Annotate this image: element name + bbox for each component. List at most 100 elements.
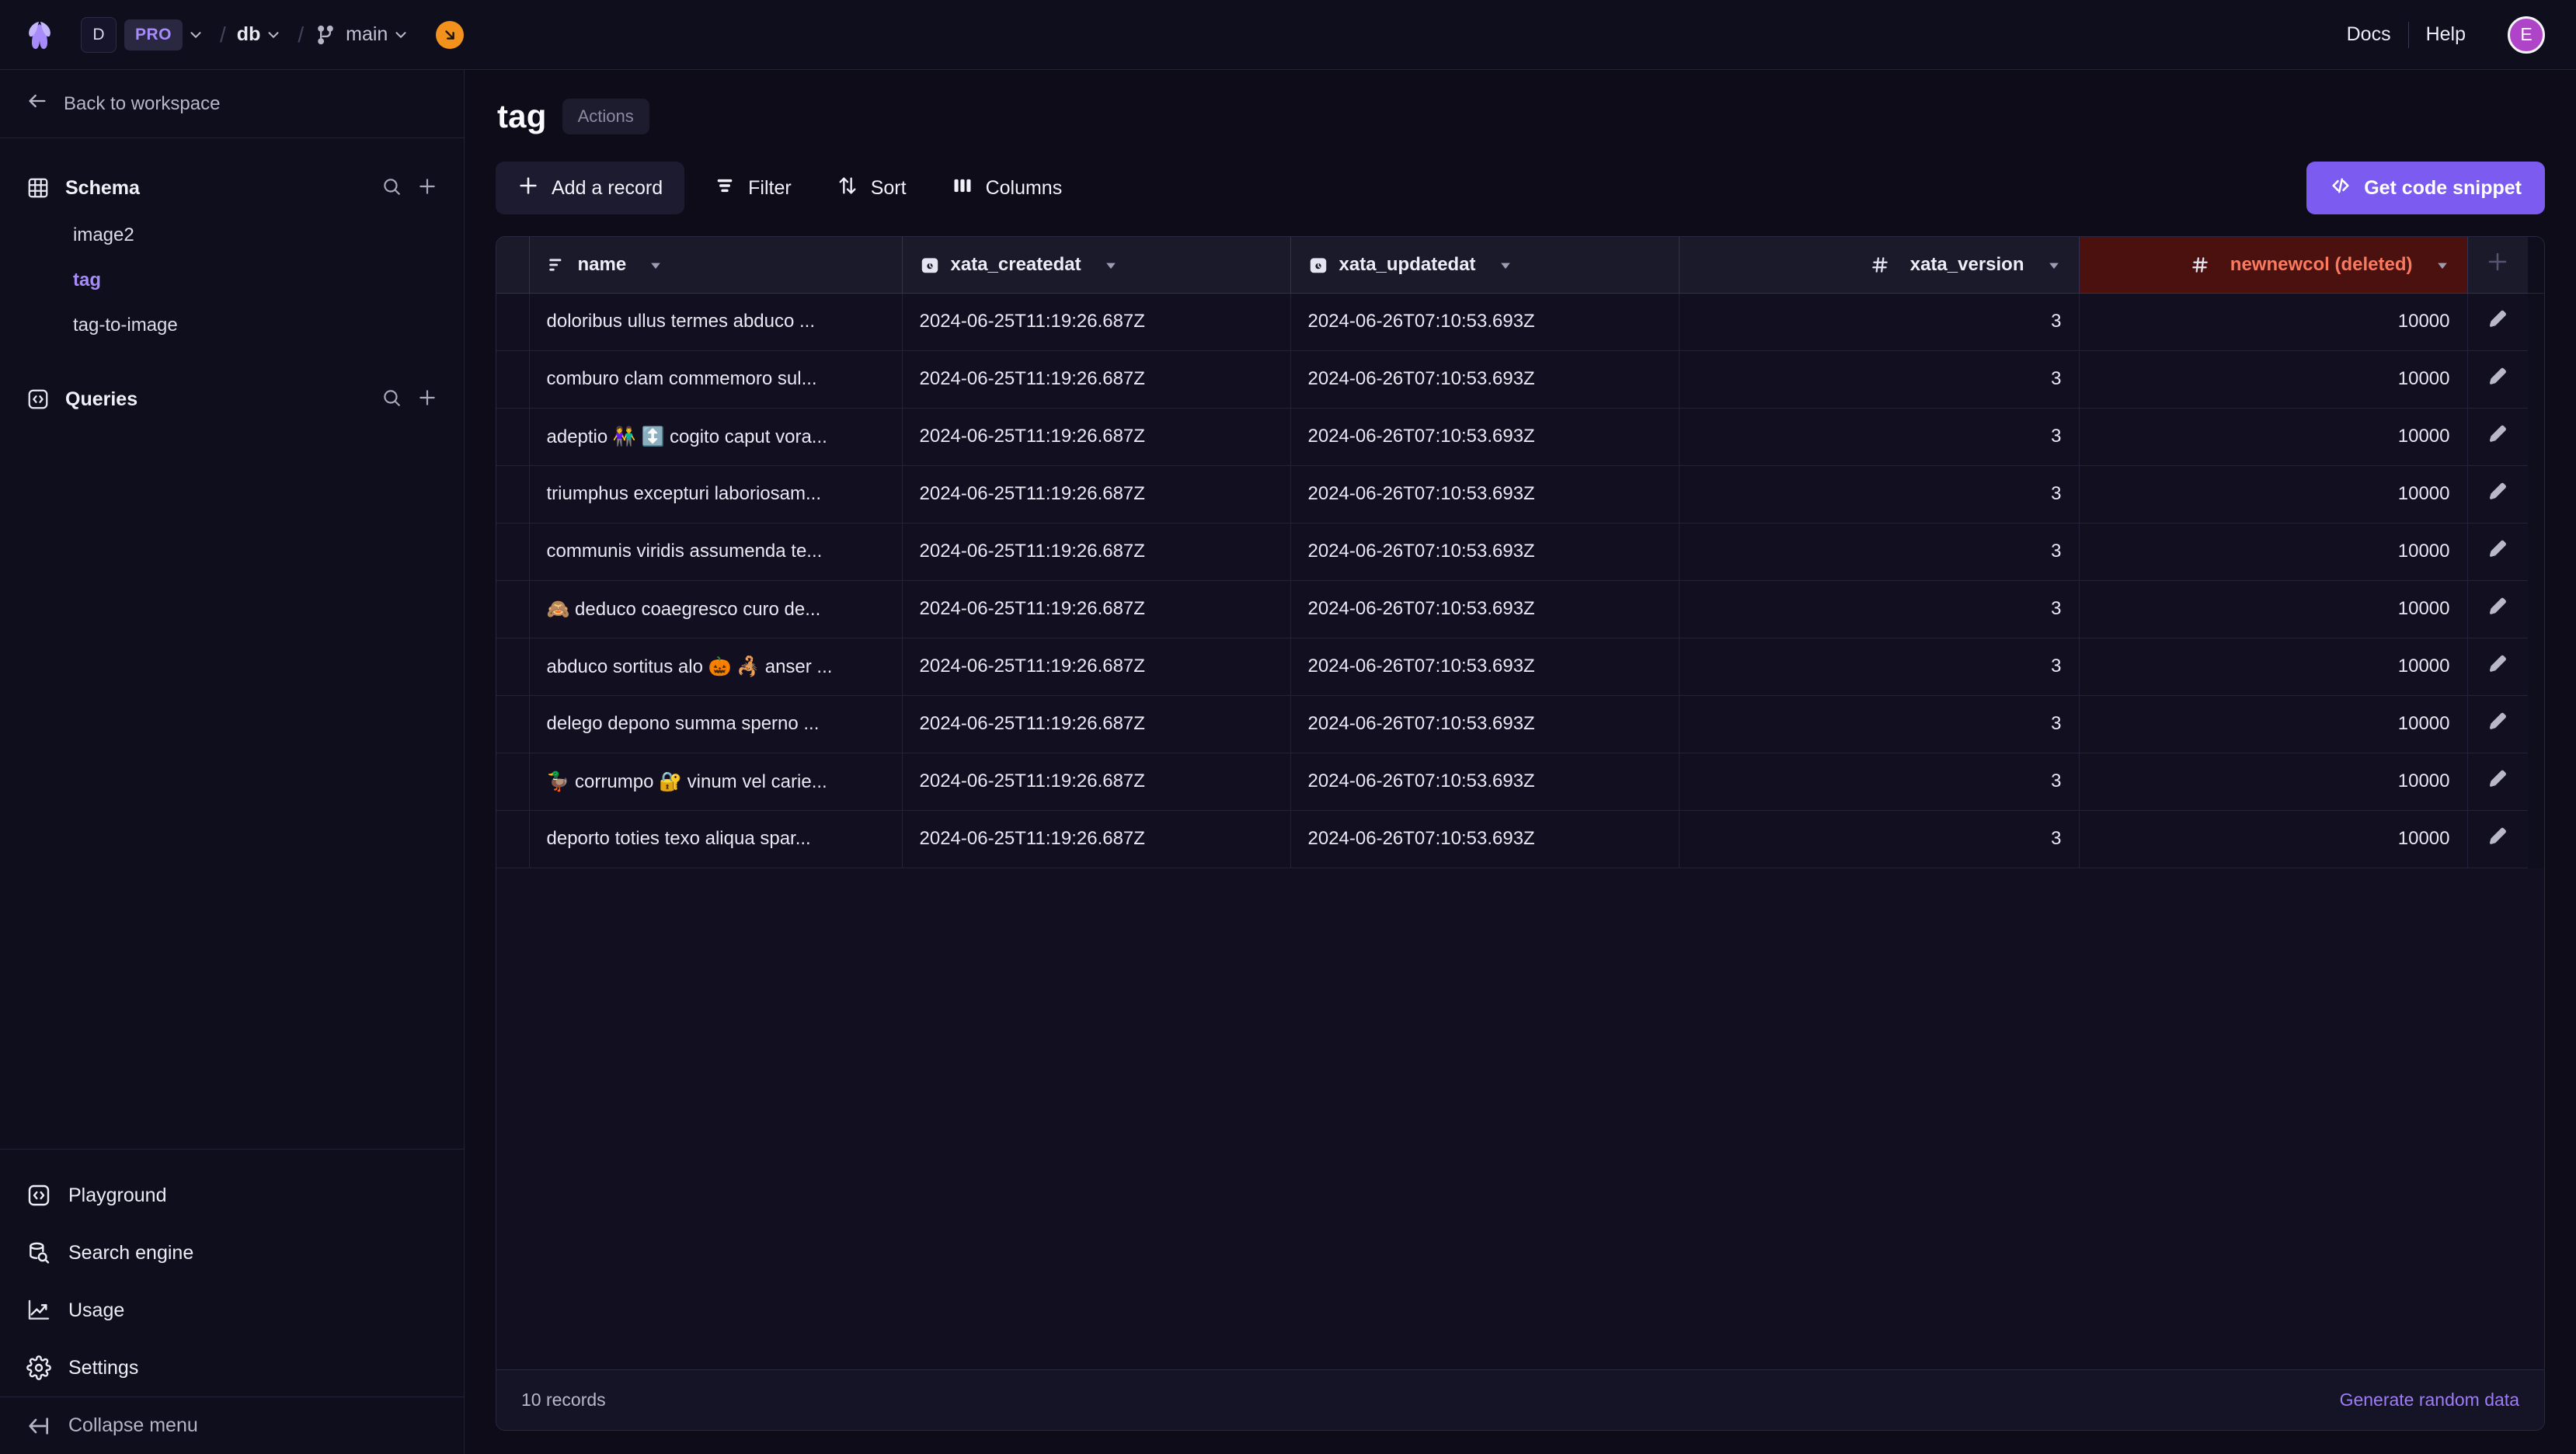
row-handle[interactable] — [496, 580, 530, 638]
cell-xata-createdat[interactable]: 2024-06-25T11:19:26.687Z — [902, 695, 1291, 753]
edit-row-button[interactable] — [2467, 350, 2528, 409]
edit-row-button[interactable] — [2467, 580, 2528, 638]
cell-newnewcol[interactable]: 10000 — [2079, 465, 2468, 524]
sidebar-item-search-engine[interactable]: Search engine — [0, 1224, 464, 1282]
cell-xata-version[interactable]: 3 — [1679, 753, 2080, 811]
sort-button[interactable]: Sort — [821, 162, 922, 214]
xata-butterfly-logo-icon[interactable] — [22, 19, 57, 50]
breadcrumb-database[interactable]: db — [237, 23, 261, 46]
search-icon[interactable] — [381, 176, 402, 200]
sidebar-section-queries[interactable]: Queries — [0, 374, 464, 424]
column-header-xata-updatedat[interactable]: xata_updatedat — [1290, 237, 1680, 294]
plus-icon[interactable] — [417, 388, 437, 412]
column-header-xata-version[interactable]: xata_version — [1679, 237, 2080, 294]
cell-newnewcol[interactable]: 10000 — [2079, 695, 2468, 753]
search-icon[interactable] — [381, 388, 402, 412]
sidebar-section-schema[interactable]: Schema — [0, 163, 464, 213]
add-a-record-button[interactable]: Add a record — [496, 162, 685, 214]
avatar[interactable]: E — [2508, 16, 2545, 54]
cell-xata-updatedat[interactable]: 2024-06-26T07:10:53.693Z — [1290, 753, 1680, 811]
cell-name[interactable]: comburo clam commemoro sul... — [529, 350, 903, 409]
get-code-snippet-button[interactable]: Get code snippet — [2306, 162, 2545, 214]
cell-name[interactable]: 🙈 deduco coaegresco curo de... — [529, 580, 903, 638]
docs-link[interactable]: Docs — [2330, 23, 2408, 46]
edit-row-button[interactable] — [2467, 465, 2528, 524]
row-handle[interactable] — [496, 695, 530, 753]
table-scroll-area[interactable]: name xata_createdat xata_updatedat xata_… — [496, 237, 2544, 1369]
row-handle[interactable] — [496, 638, 530, 696]
cell-newnewcol[interactable]: 10000 — [2079, 580, 2468, 638]
cell-name[interactable]: triumphus excepturi laboriosam... — [529, 465, 903, 524]
table-row[interactable]: 🙈 deduco coaegresco curo de... 2024-06-2… — [496, 580, 2544, 638]
cell-newnewcol[interactable]: 10000 — [2079, 523, 2468, 581]
row-handle[interactable] — [496, 465, 530, 524]
row-handle[interactable] — [496, 293, 530, 351]
edit-row-button[interactable] — [2467, 293, 2528, 351]
sidebar-item-table-tag-to-image[interactable]: tag-to-image — [0, 303, 464, 348]
cell-name[interactable]: doloribus ullus termes abduco ... — [529, 293, 903, 351]
cell-newnewcol[interactable]: 10000 — [2079, 408, 2468, 466]
filter-button[interactable]: Filter — [698, 162, 807, 214]
chevron-down-icon-db[interactable] — [260, 22, 287, 48]
breadcrumb-branch[interactable]: main — [346, 23, 388, 46]
cell-xata-createdat[interactable]: 2024-06-25T11:19:26.687Z — [902, 638, 1291, 696]
columns-button[interactable]: Columns — [936, 162, 1078, 214]
table-row[interactable]: 🦆 corrumpo 🔐 vinum vel carie... 2024-06-… — [496, 753, 2544, 811]
cell-name[interactable]: delego depono summa sperno ... — [529, 695, 903, 753]
cell-xata-createdat[interactable]: 2024-06-25T11:19:26.687Z — [902, 350, 1291, 409]
caret-down-icon[interactable] — [2435, 257, 2450, 273]
table-row[interactable]: abduco sortitus alo 🎃 🦂 anser ... 2024-0… — [496, 638, 2544, 696]
sidebar-item-table-tag[interactable]: tag — [0, 258, 464, 303]
cell-name[interactable]: adeptio 👫 ↕️ cogito caput vora... — [529, 408, 903, 466]
table-row[interactable]: communis viridis assumenda te... 2024-06… — [496, 523, 2544, 581]
chevron-down-icon-branch[interactable] — [388, 22, 414, 48]
sidebar-item-playground[interactable]: Playground — [0, 1167, 464, 1224]
cell-xata-createdat[interactable]: 2024-06-25T11:19:26.687Z — [902, 810, 1291, 868]
cell-xata-version[interactable]: 3 — [1679, 523, 2080, 581]
cell-xata-version[interactable]: 3 — [1679, 350, 2080, 409]
cell-xata-updatedat[interactable]: 2024-06-26T07:10:53.693Z — [1290, 810, 1680, 868]
column-header-newnewcol-deleted[interactable]: newnewcol (deleted) — [2079, 237, 2468, 294]
cell-xata-version[interactable]: 3 — [1679, 810, 2080, 868]
sidebar-item-settings[interactable]: Settings — [0, 1339, 464, 1397]
sidebar-item-usage[interactable]: Usage — [0, 1282, 464, 1339]
row-handle[interactable] — [496, 350, 530, 409]
help-link[interactable]: Help — [2409, 23, 2483, 46]
cell-xata-updatedat[interactable]: 2024-06-26T07:10:53.693Z — [1290, 293, 1680, 351]
add-column-button[interactable] — [2467, 237, 2528, 294]
caret-down-icon[interactable] — [1103, 257, 1119, 273]
row-handle[interactable] — [496, 523, 530, 581]
cell-xata-version[interactable]: 3 — [1679, 580, 2080, 638]
chevron-down-icon-org[interactable] — [183, 22, 209, 48]
table-row[interactable]: triumphus excepturi laboriosam... 2024-0… — [496, 465, 2544, 524]
cell-xata-updatedat[interactable]: 2024-06-26T07:10:53.693Z — [1290, 523, 1680, 581]
cell-xata-version[interactable]: 3 — [1679, 695, 2080, 753]
cell-xata-version[interactable]: 3 — [1679, 465, 2080, 524]
row-handle[interactable] — [496, 810, 530, 868]
cell-newnewcol[interactable]: 10000 — [2079, 293, 2468, 351]
cell-xata-createdat[interactable]: 2024-06-25T11:19:26.687Z — [902, 753, 1291, 811]
actions-menu-button[interactable]: Actions — [562, 99, 649, 134]
cell-newnewcol[interactable]: 10000 — [2079, 350, 2468, 409]
caret-down-icon[interactable] — [648, 257, 663, 273]
cell-xata-updatedat[interactable]: 2024-06-26T07:10:53.693Z — [1290, 580, 1680, 638]
table-row[interactable]: deporto toties texo aliqua spar... 2024-… — [496, 810, 2544, 868]
cell-newnewcol[interactable]: 10000 — [2079, 810, 2468, 868]
column-header-xata-createdat[interactable]: xata_createdat — [902, 237, 1291, 294]
edit-row-button[interactable] — [2467, 523, 2528, 581]
edit-row-button[interactable] — [2467, 695, 2528, 753]
caret-down-icon[interactable] — [2046, 257, 2062, 273]
cell-name[interactable]: deporto toties texo aliqua spar... — [529, 810, 903, 868]
cell-xata-createdat[interactable]: 2024-06-25T11:19:26.687Z — [902, 580, 1291, 638]
cell-name[interactable]: communis viridis assumenda te... — [529, 523, 903, 581]
organization-chip[interactable]: D — [81, 16, 117, 53]
cell-xata-version[interactable]: 3 — [1679, 638, 2080, 696]
plan-badge[interactable]: PRO — [124, 19, 183, 50]
cell-xata-updatedat[interactable]: 2024-06-26T07:10:53.693Z — [1290, 408, 1680, 466]
cell-xata-version[interactable]: 3 — [1679, 293, 2080, 351]
cell-newnewcol[interactable]: 10000 — [2079, 638, 2468, 696]
edit-row-button[interactable] — [2467, 753, 2528, 811]
table-row[interactable]: adeptio 👫 ↕️ cogito caput vora... 2024-0… — [496, 408, 2544, 466]
row-handle[interactable] — [496, 753, 530, 811]
cell-name[interactable]: 🦆 corrumpo 🔐 vinum vel carie... — [529, 753, 903, 811]
